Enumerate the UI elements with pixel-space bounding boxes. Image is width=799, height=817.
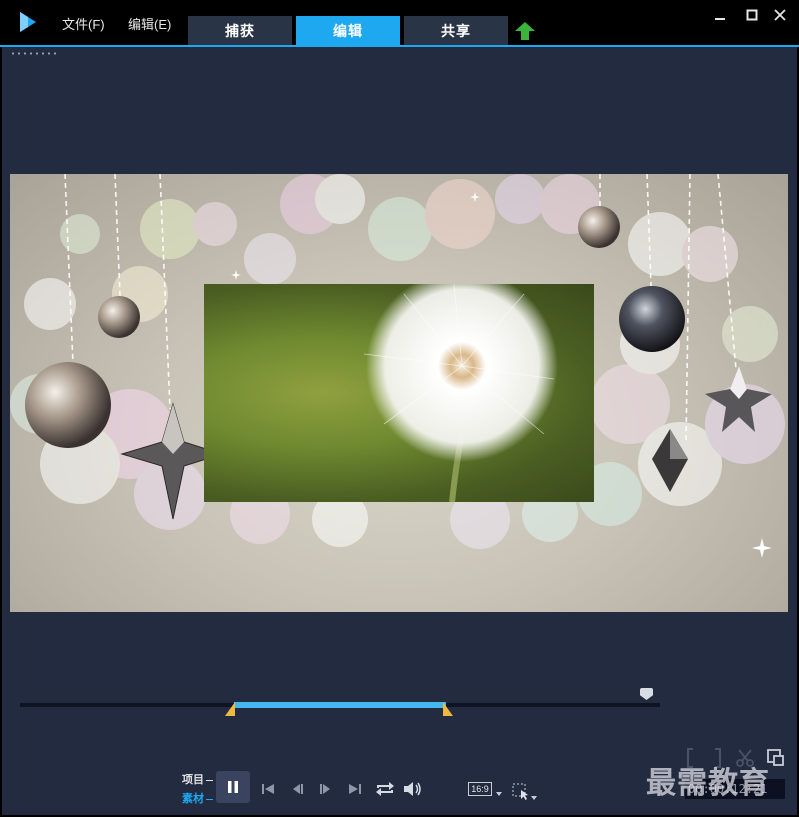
editor-main — [2, 47, 797, 815]
watermark: 最需教育 — [646, 766, 770, 801]
app-logo-icon — [20, 12, 36, 32]
next-frame-icon — [320, 784, 330, 794]
skip-end-button[interactable] — [345, 777, 365, 801]
tab-capture[interactable]: 捕获 — [188, 16, 292, 46]
tab-edit[interactable]: 编辑 — [296, 16, 400, 46]
mode-project[interactable]: 项目 — [182, 771, 213, 787]
menu-file[interactable]: 文件(F) — [62, 14, 105, 33]
pause-icon — [228, 781, 238, 793]
title-bar: 文件(F) 编辑(E) 捕获 编辑 共享 — [0, 0, 799, 46]
maximize-icon[interactable] — [744, 8, 760, 24]
tab-share[interactable]: 共享 — [404, 16, 508, 46]
crop-button[interactable] — [510, 780, 538, 804]
minimize-icon[interactable] — [712, 8, 728, 24]
volume-button[interactable] — [402, 777, 424, 801]
aspect-dropdown-arrow-icon[interactable] — [496, 792, 502, 796]
volume-icon — [404, 782, 421, 796]
next-frame-button[interactable] — [315, 777, 335, 801]
upload-arrow-icon[interactable] — [515, 22, 535, 40]
prev-frame-icon — [293, 784, 303, 794]
skip-start-button[interactable] — [258, 777, 278, 801]
silver-ball — [25, 362, 111, 448]
repeat-button[interactable] — [374, 777, 396, 801]
aspect-ratio-button[interactable]: 16:9 — [468, 782, 492, 796]
panel-grip[interactable] — [10, 52, 56, 55]
close-icon[interactable] — [772, 8, 788, 24]
skip-end-icon — [349, 784, 361, 794]
pause-button[interactable] — [216, 771, 250, 803]
video-preview[interactable] — [10, 174, 788, 612]
dandelion-image — [363, 284, 558, 502]
mode-clip[interactable]: 素材 — [182, 790, 213, 806]
dandelion-picture-in-picture — [204, 284, 594, 502]
trim-range[interactable] — [234, 702, 446, 708]
menu-edit[interactable]: 编辑(E) — [128, 14, 171, 33]
repeat-icon — [376, 782, 394, 796]
skip-start-icon — [262, 784, 274, 794]
prev-frame-button[interactable] — [288, 777, 308, 801]
crop-icon — [512, 783, 537, 800]
